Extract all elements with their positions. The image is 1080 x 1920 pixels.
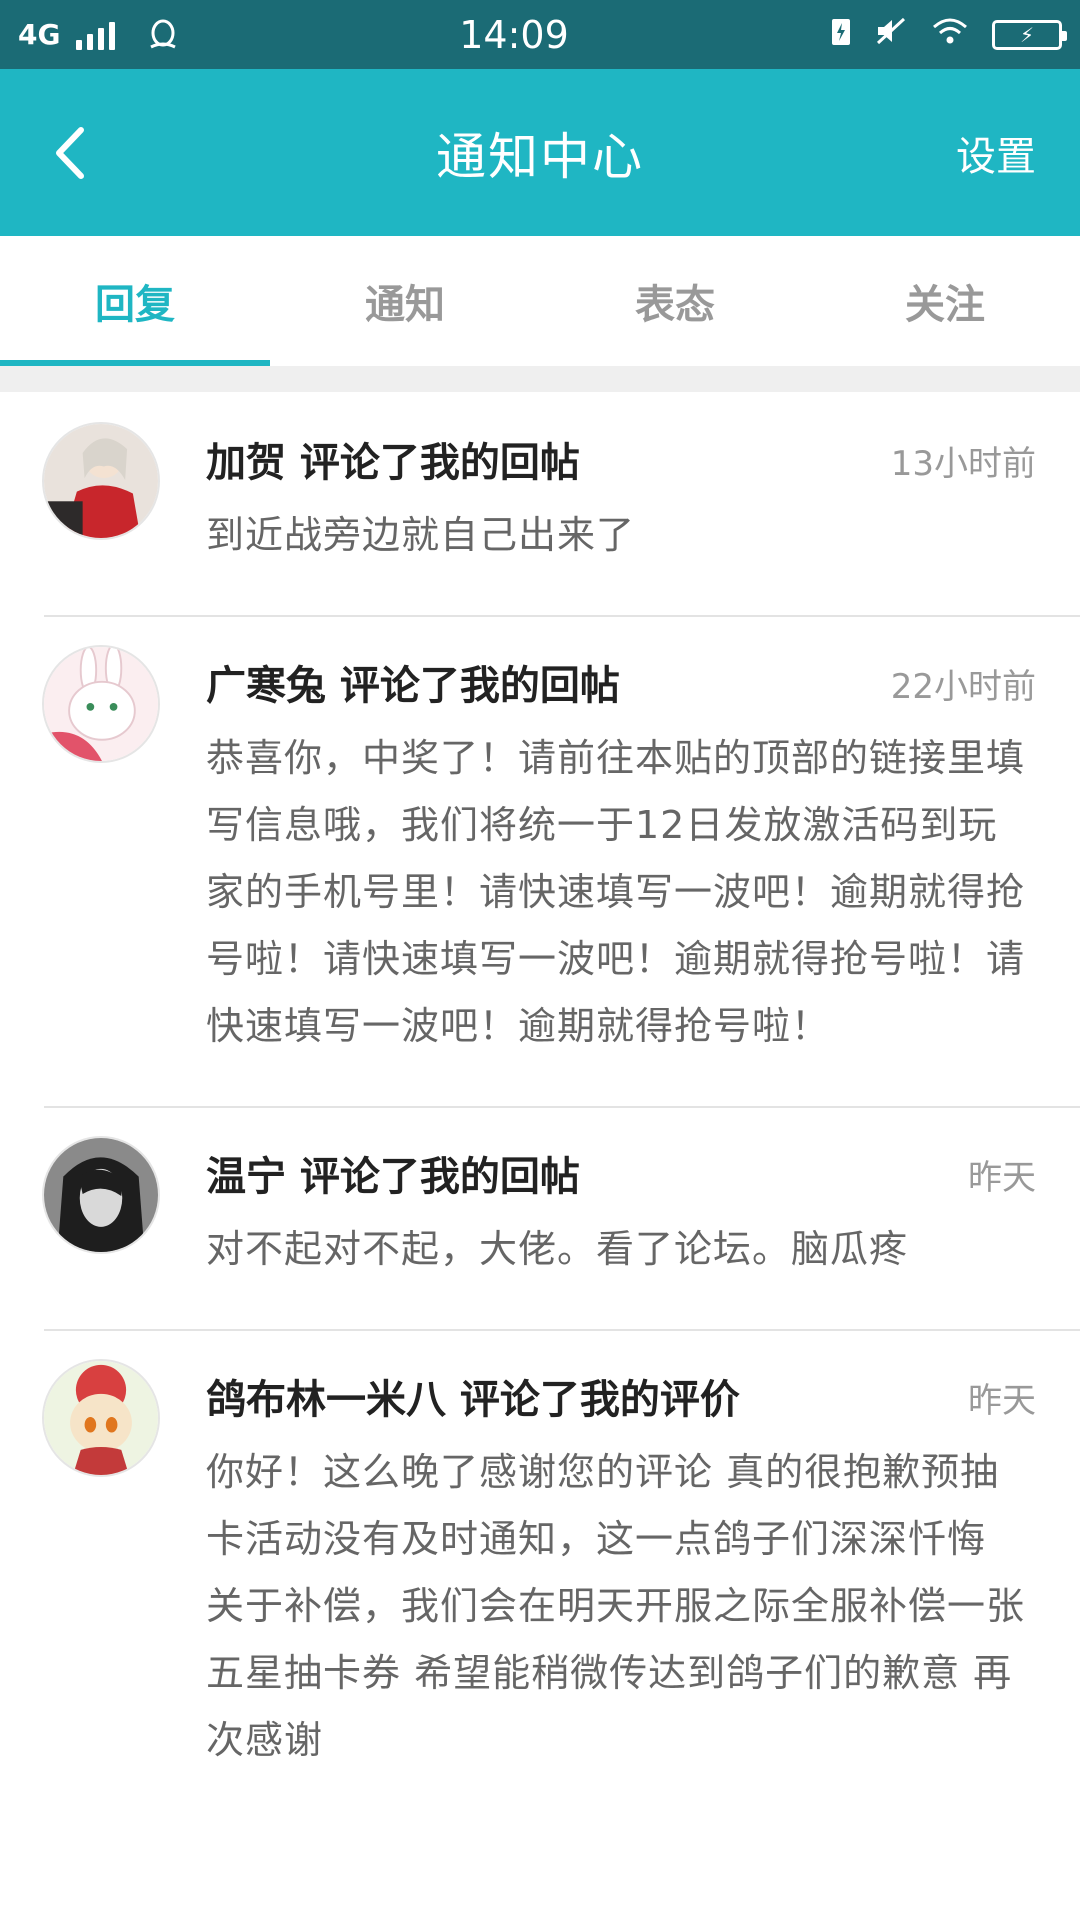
- message-body: 对不起对不起，大佬。看了论坛。脑瓜疼: [206, 1227, 909, 1271]
- status-left: 4G: [18, 17, 398, 53]
- app-bar: 通知中心 设置: [0, 69, 1080, 236]
- message-time: 昨天: [968, 1158, 1036, 1198]
- avatar[interactable]: [42, 645, 160, 763]
- message-title: 加贺 评论了我的回帖: [206, 440, 580, 486]
- page-title: 通知中心: [436, 127, 644, 186]
- mute-icon: [874, 15, 908, 55]
- list-item[interactable]: 温宁 评论了我的回帖 昨天 对不起对不起，大佬。看了论坛。脑瓜疼: [0, 1106, 1080, 1329]
- status-time: 14:09: [459, 12, 569, 57]
- message-title: 鸽布林一米八 评论了我的评价: [206, 1377, 740, 1423]
- list-item[interactable]: 鸽布林一米八 评论了我的评价 昨天 你好！这么晚了感谢您的评论 真的很抱歉预抽卡…: [0, 1329, 1080, 1820]
- message-list: 加贺 评论了我的回帖 13小时前 到近战旁边就自己出来了 广寒兔 评论了我的回帖…: [0, 392, 1080, 1820]
- qq-icon: [145, 17, 181, 53]
- network-label: 4G: [18, 18, 61, 51]
- message-time: 22小时前: [890, 667, 1036, 707]
- message-title: 温宁 评论了我的回帖: [206, 1154, 580, 1200]
- back-button[interactable]: [40, 113, 100, 193]
- battery-icon: ⚡: [992, 19, 1067, 50]
- status-right: ⚡: [830, 15, 1067, 55]
- status-bar: 4G 14:09 ⚡: [0, 0, 1080, 69]
- message-title: 广寒兔 评论了我的回帖: [206, 663, 620, 709]
- tab-notifications[interactable]: 通知: [270, 236, 540, 366]
- avatar[interactable]: [42, 422, 160, 540]
- back-arrow-icon: [56, 126, 84, 179]
- message-body: 恭喜你，中奖了！请前往本贴的顶部的链接里填写信息哦，我们将统一于12日发放激活码…: [206, 736, 1026, 1048]
- tab-follows[interactable]: 关注: [810, 236, 1080, 366]
- tab-reactions[interactable]: 表态: [540, 236, 810, 366]
- signal-icon: [76, 20, 116, 50]
- message-body: 到近战旁边就自己出来了: [206, 513, 636, 557]
- message-body: 你好！这么晚了感谢您的评论 真的很抱歉预抽卡活动没有及时通知，这一点鸽子们深深忏…: [206, 1450, 1026, 1762]
- battery-saver-icon: [830, 15, 852, 55]
- message-time: 昨天: [968, 1381, 1036, 1421]
- settings-button[interactable]: 设置: [956, 124, 1036, 182]
- message-time: 13小时前: [890, 444, 1036, 484]
- avatar[interactable]: [42, 1136, 160, 1254]
- tab-divider: [0, 366, 1080, 392]
- list-item[interactable]: 广寒兔 评论了我的回帖 22小时前 恭喜你，中奖了！请前往本贴的顶部的链接里填写…: [0, 615, 1080, 1106]
- wifi-icon: [930, 15, 970, 55]
- avatar[interactable]: [42, 1359, 160, 1477]
- tab-replies[interactable]: 回复: [0, 236, 270, 366]
- list-item[interactable]: 加贺 评论了我的回帖 13小时前 到近战旁边就自己出来了: [0, 392, 1080, 615]
- tab-bar: 回复 通知 表态 关注: [0, 236, 1080, 366]
